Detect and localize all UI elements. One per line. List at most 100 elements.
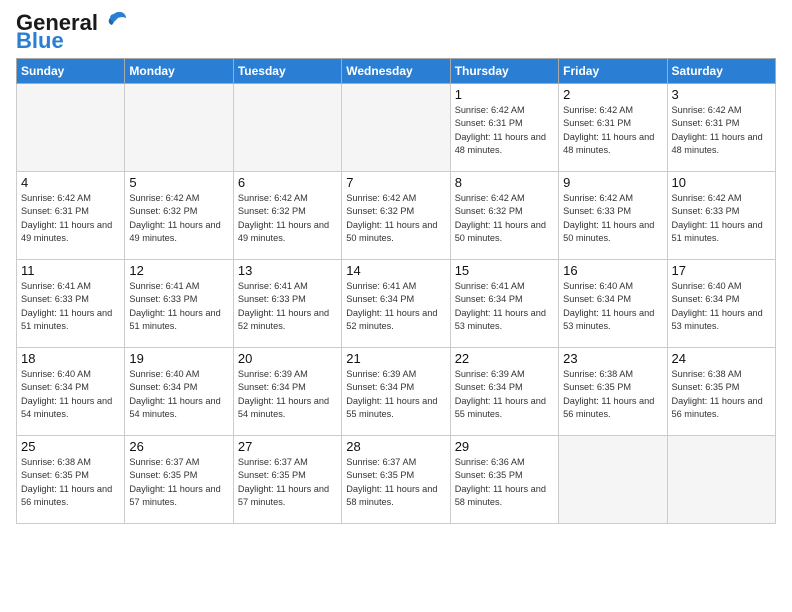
calendar-cell: 23 Sunrise: 6:38 AM Sunset: 6:35 PM Dayli… bbox=[559, 348, 667, 436]
calendar-cell: 1Sunrise: 6:42 AM Sunset: 6:31 PM Daylig… bbox=[450, 84, 558, 172]
header: General Blue bbox=[16, 12, 776, 52]
day-info: Sunrise: 6:42 AM Sunset: 6:33 PM Dayligh… bbox=[672, 192, 771, 245]
day-info: Sunrise: 6:41 AM Sunset: 6:33 PM Dayligh… bbox=[21, 280, 120, 333]
calendar-table: SundayMondayTuesdayWednesdayThursdayFrid… bbox=[16, 58, 776, 524]
day-number: 13 bbox=[238, 263, 337, 278]
page: General Blue SundayMondayTuesdayWednesda… bbox=[0, 0, 792, 612]
calendar-cell: 22 Sunrise: 6:39 AM Sunset: 6:34 PM Dayli… bbox=[450, 348, 558, 436]
calendar-cell: 7 Sunrise: 6:42 AM Sunset: 6:32 PM Daylig… bbox=[342, 172, 450, 260]
week-row-1: 1 Sunrise: 6:42 AM Sunset: 6:31 PM Daylig… bbox=[17, 84, 776, 172]
day-info: Sunrise: 6:37 AM Sunset: 6:35 PM Dayligh… bbox=[346, 456, 445, 509]
day-info: Sunrise: 6:38 AM Sunset: 6:35 PM Dayligh… bbox=[563, 368, 662, 421]
day-number: 22 bbox=[455, 351, 554, 366]
calendar-cell: 4 Sunrise: 6:42 AM Sunset: 6:31 PM Daylig… bbox=[17, 172, 125, 260]
logo-blue-text: Blue bbox=[16, 30, 64, 52]
day-info: Sunrise: 6:39 AM Sunset: 6:34 PM Dayligh… bbox=[238, 368, 337, 421]
day-number: 5 bbox=[129, 175, 228, 190]
week-row-4: 18 Sunrise: 6:40 AM Sunset: 6:34 PM Dayli… bbox=[17, 348, 776, 436]
day-number: 14 bbox=[346, 263, 445, 278]
day-info: Sunrise: 6:42 AM Sunset: 6:32 PM Dayligh… bbox=[346, 192, 445, 245]
calendar-cell: 17 Sunrise: 6:40 AM Sunset: 6:34 PM Dayli… bbox=[667, 260, 775, 348]
weekday-header-row: SundayMondayTuesdayWednesdayThursdayFrid… bbox=[17, 59, 776, 84]
calendar-cell: 27 Sunrise: 6:37 AM Sunset: 6:35 PM Dayli… bbox=[233, 436, 341, 524]
day-info: Sunrise: 6:41 AM Sunset: 6:34 PM Dayligh… bbox=[455, 280, 554, 333]
day-info: Sunrise: 6:39 AM Sunset: 6:34 PM Dayligh… bbox=[346, 368, 445, 421]
calendar-cell bbox=[125, 84, 233, 172]
calendar-cell: 25Sunrise: 6:38 AM Sunset: 6:35 PM Dayli… bbox=[17, 436, 125, 524]
day-number: 12 bbox=[129, 263, 228, 278]
day-info: Sunrise: 6:42 AM Sunset: 6:31 PM Dayligh… bbox=[672, 104, 771, 157]
day-info: Sunrise: 6:36 AM Sunset: 6:35 PM Dayligh… bbox=[455, 456, 554, 509]
day-number: 20 bbox=[238, 351, 337, 366]
week-row-2: 4 Sunrise: 6:42 AM Sunset: 6:31 PM Daylig… bbox=[17, 172, 776, 260]
day-number: 23 bbox=[563, 351, 662, 366]
calendar-cell: 2 Sunrise: 6:42 AM Sunset: 6:31 PM Daylig… bbox=[559, 84, 667, 172]
week-row-3: 11Sunrise: 6:41 AM Sunset: 6:33 PM Dayli… bbox=[17, 260, 776, 348]
calendar-cell: 13 Sunrise: 6:41 AM Sunset: 6:33 PM Dayli… bbox=[233, 260, 341, 348]
day-number: 8 bbox=[455, 175, 554, 190]
day-number: 1 bbox=[455, 87, 554, 102]
day-number: 10 bbox=[672, 175, 771, 190]
day-number: 3 bbox=[672, 87, 771, 102]
day-number: 6 bbox=[238, 175, 337, 190]
day-info: Sunrise: 6:41 AM Sunset: 6:33 PM Dayligh… bbox=[238, 280, 337, 333]
calendar-cell: 5Sunrise: 6:42 AM Sunset: 6:32 PM Daylig… bbox=[125, 172, 233, 260]
calendar-cell: 19Sunrise: 6:40 AM Sunset: 6:34 PM Dayli… bbox=[125, 348, 233, 436]
day-number: 4 bbox=[21, 175, 120, 190]
day-number: 21 bbox=[346, 351, 445, 366]
day-number: 26 bbox=[129, 439, 228, 454]
weekday-header-thursday: Thursday bbox=[450, 59, 558, 84]
day-number: 25 bbox=[21, 439, 120, 454]
day-number: 24 bbox=[672, 351, 771, 366]
weekday-header-wednesday: Wednesday bbox=[342, 59, 450, 84]
day-info: Sunrise: 6:41 AM Sunset: 6:34 PM Dayligh… bbox=[346, 280, 445, 333]
day-info: Sunrise: 6:42 AM Sunset: 6:31 PM Dayligh… bbox=[21, 192, 120, 245]
weekday-header-sunday: Sunday bbox=[17, 59, 125, 84]
day-info: Sunrise: 6:42 AM Sunset: 6:32 PM Dayligh… bbox=[455, 192, 554, 245]
day-number: 9 bbox=[563, 175, 662, 190]
calendar-cell bbox=[667, 436, 775, 524]
calendar-cell: 12 Sunrise: 6:41 AM Sunset: 6:33 PM Dayli… bbox=[125, 260, 233, 348]
calendar-cell: 26 Sunrise: 6:37 AM Sunset: 6:35 PM Dayli… bbox=[125, 436, 233, 524]
weekday-header-saturday: Saturday bbox=[667, 59, 775, 84]
weekday-header-friday: Friday bbox=[559, 59, 667, 84]
day-info: Sunrise: 6:42 AM Sunset: 6:31 PM Dayligh… bbox=[563, 104, 662, 157]
week-row-5: 25Sunrise: 6:38 AM Sunset: 6:35 PM Dayli… bbox=[17, 436, 776, 524]
calendar-cell bbox=[233, 84, 341, 172]
day-info: Sunrise: 6:40 AM Sunset: 6:34 PM Dayligh… bbox=[21, 368, 120, 421]
calendar-cell: 29Sunrise: 6:36 AM Sunset: 6:35 PM Dayli… bbox=[450, 436, 558, 524]
calendar-cell: 18 Sunrise: 6:40 AM Sunset: 6:34 PM Dayli… bbox=[17, 348, 125, 436]
day-number: 16 bbox=[563, 263, 662, 278]
day-number: 17 bbox=[672, 263, 771, 278]
logo-bird-icon bbox=[100, 10, 128, 32]
calendar-cell: 20 Sunrise: 6:39 AM Sunset: 6:34 PM Dayli… bbox=[233, 348, 341, 436]
calendar-cell: 24 Sunrise: 6:38 AM Sunset: 6:35 PM Dayli… bbox=[667, 348, 775, 436]
weekday-header-monday: Monday bbox=[125, 59, 233, 84]
calendar-cell: 11Sunrise: 6:41 AM Sunset: 6:33 PM Dayli… bbox=[17, 260, 125, 348]
day-number: 28 bbox=[346, 439, 445, 454]
calendar-cell bbox=[17, 84, 125, 172]
day-info: Sunrise: 6:42 AM Sunset: 6:33 PM Dayligh… bbox=[563, 192, 662, 245]
calendar-cell bbox=[342, 84, 450, 172]
day-number: 19 bbox=[129, 351, 228, 366]
calendar-body: 1 Sunrise: 6:42 AM Sunset: 6:31 PM Daylig… bbox=[17, 84, 776, 524]
day-number: 7 bbox=[346, 175, 445, 190]
day-info: Sunrise: 6:37 AM Sunset: 6:35 PM Dayligh… bbox=[129, 456, 228, 509]
day-number: 2 bbox=[563, 87, 662, 102]
day-info: Sunrise: 6:37 AM Sunset: 6:35 PM Dayligh… bbox=[238, 456, 337, 509]
day-info: Sunrise: 6:38 AM Sunset: 6:35 PM Dayligh… bbox=[672, 368, 771, 421]
weekday-header-tuesday: Tuesday bbox=[233, 59, 341, 84]
day-info: Sunrise: 6:42 AM Sunset: 6:32 PM Dayligh… bbox=[238, 192, 337, 245]
day-number: 27 bbox=[238, 439, 337, 454]
calendar-cell: 10 Sunrise: 6:42 AM Sunset: 6:33 PM Dayli… bbox=[667, 172, 775, 260]
day-number: 18 bbox=[21, 351, 120, 366]
calendar-cell: 3 Sunrise: 6:42 AM Sunset: 6:31 PM Daylig… bbox=[667, 84, 775, 172]
day-info: Sunrise: 6:40 AM Sunset: 6:34 PM Dayligh… bbox=[672, 280, 771, 333]
calendar-cell: 28 Sunrise: 6:37 AM Sunset: 6:35 PM Dayli… bbox=[342, 436, 450, 524]
calendar-header: SundayMondayTuesdayWednesdayThursdayFrid… bbox=[17, 59, 776, 84]
calendar-cell: 16Sunrise: 6:40 AM Sunset: 6:34 PM Dayli… bbox=[559, 260, 667, 348]
day-info: Sunrise: 6:41 AM Sunset: 6:33 PM Dayligh… bbox=[129, 280, 228, 333]
calendar-cell: 6 Sunrise: 6:42 AM Sunset: 6:32 PM Daylig… bbox=[233, 172, 341, 260]
day-info: Sunrise: 6:39 AM Sunset: 6:34 PM Dayligh… bbox=[455, 368, 554, 421]
calendar-cell: 9 Sunrise: 6:42 AM Sunset: 6:33 PM Daylig… bbox=[559, 172, 667, 260]
